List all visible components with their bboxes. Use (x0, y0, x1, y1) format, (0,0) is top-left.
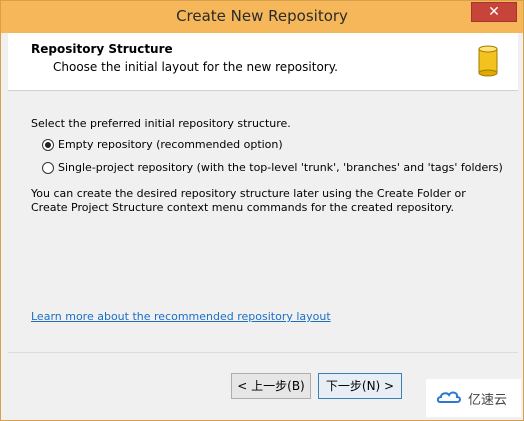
wizard-content: Select the preferred initial repository … (8, 92, 518, 352)
radio-button-checked[interactable] (42, 138, 54, 151)
structure-prompt: Select the preferred initial repository … (31, 117, 291, 130)
learn-more-link[interactable]: Learn more about the recommended reposit… (31, 310, 331, 323)
radio-single-project[interactable]: Single-project repository (with the top-… (42, 161, 503, 174)
close-button[interactable]: ✕ (471, 2, 517, 22)
database-icon (478, 45, 498, 77)
cloud-logo-icon (436, 391, 461, 403)
structure-note: You can create the desired repository st… (31, 187, 466, 214)
radio-empty-repository[interactable]: Empty repository (recommended option) (42, 138, 283, 151)
page-title: Repository Structure (31, 42, 173, 56)
radio-button[interactable] (42, 161, 54, 174)
title-bar[interactable]: Create New Repository ✕ (1, 1, 523, 33)
watermark: 亿速云 (426, 379, 521, 417)
radio-label: Single-project repository (with the top-… (58, 161, 503, 174)
radio-label: Empty repository (recommended option) (58, 138, 283, 151)
back-button[interactable]: < 上一步(B) (231, 373, 311, 399)
dialog-window: Create New Repository ✕ Repository Struc… (0, 0, 524, 421)
close-icon: ✕ (488, 4, 500, 20)
wizard-header: Repository Structure Choose the initial … (8, 33, 518, 91)
next-button[interactable]: 下一步(N) > (318, 373, 402, 399)
window-title: Create New Repository (176, 7, 348, 25)
page-subtitle: Choose the initial layout for the new re… (53, 60, 338, 74)
watermark-text: 亿速云 (468, 392, 508, 408)
